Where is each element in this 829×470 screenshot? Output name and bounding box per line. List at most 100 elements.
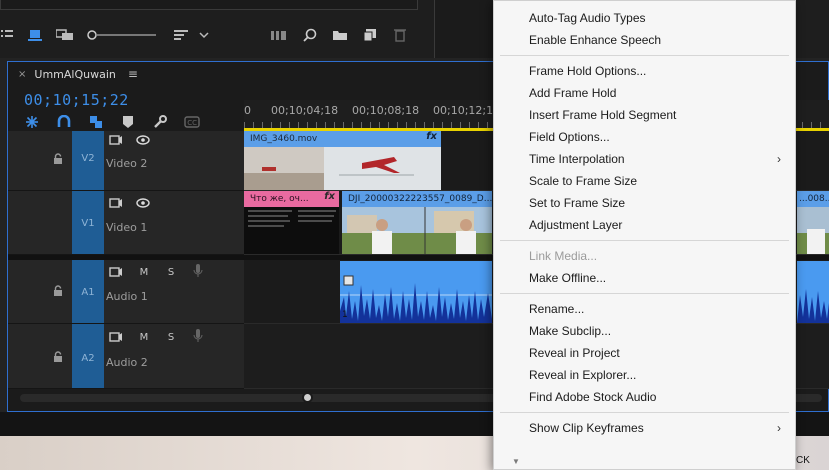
track-id: A2	[81, 353, 95, 364]
solo-button[interactable]: S	[163, 331, 179, 343]
clip-v1-title[interactable]: Что же, оч... fx	[244, 191, 339, 254]
menu-item-show-clip-keyframes[interactable]: Show Clip Keyframes ›	[494, 417, 795, 439]
menu-item-field-options[interactable]: Field Options...	[494, 126, 795, 148]
menu-item-set-to-frame-size[interactable]: Set to Frame Size	[494, 192, 795, 214]
menu-item-label: Auto-Tag Audio Types	[529, 11, 646, 25]
menu-separator	[500, 412, 789, 413]
menu-item-label: Enable Enhance Speech	[529, 33, 662, 47]
lock-icon[interactable]	[52, 351, 64, 363]
menu-item-scale-to-frame-size[interactable]: Scale to Frame Size	[494, 170, 795, 192]
menu-item-reveal-in-explorer[interactable]: Reveal in Explorer...	[494, 364, 795, 386]
submenu-arrow-icon: ›	[777, 152, 781, 166]
list-view-icon[interactable]	[0, 26, 14, 44]
context-menu: Auto-Tag Audio Types Enable Enhance Spee…	[493, 0, 796, 470]
menu-item-make-subclip[interactable]: Make Subclip...	[494, 320, 795, 342]
mute-button[interactable]: M	[136, 266, 152, 278]
mute-button[interactable]: M	[136, 331, 152, 343]
menu-item-label: Make Subclip...	[529, 324, 612, 338]
menu-item-label: Find Adobe Stock Audio	[529, 390, 657, 404]
menu-item-label: Link Media...	[529, 249, 598, 263]
panel-menu-icon[interactable]: ≡	[128, 67, 138, 81]
scrollbar-handle[interactable]	[302, 392, 313, 403]
menu-item-add-frame-hold[interactable]: Add Frame Hold	[494, 82, 795, 104]
menu-item-reveal-in-project[interactable]: Reveal in Project	[494, 342, 795, 364]
lock-icon[interactable]	[52, 285, 64, 297]
taskbar-text: CK	[796, 455, 810, 466]
menu-item-enable-enhance-speech[interactable]: Enable Enhance Speech	[494, 29, 795, 51]
ruler-label: 00;10;04;18	[271, 104, 339, 117]
sync-lock-icon[interactable]	[108, 331, 124, 343]
snap-magnet-icon[interactable]	[56, 114, 72, 130]
microphone-icon[interactable]	[190, 329, 206, 342]
sort-icon[interactable]	[173, 26, 189, 44]
icon-view-icon[interactable]	[27, 26, 43, 44]
menu-item-frame-hold-options[interactable]: Frame Hold Options...	[494, 60, 795, 82]
automate-to-sequence-icon[interactable]	[270, 26, 288, 44]
menu-item-label: Frame Hold Options...	[529, 64, 647, 78]
clip-v1-main[interactable]: DJI_20000322223557_0089_D...	[342, 191, 492, 254]
new-item-icon[interactable]	[362, 26, 378, 44]
scroll-down-arrow-icon[interactable]: ▼	[512, 457, 524, 467]
close-tab-icon[interactable]: ×	[18, 69, 26, 80]
microphone-icon[interactable]	[190, 264, 206, 277]
snap-nest-icon[interactable]	[24, 114, 40, 130]
timeline-tools: CC	[24, 114, 200, 130]
menu-item-label: Add Frame Hold	[529, 86, 617, 100]
menu-item-label: Rename...	[529, 302, 585, 316]
track-name: Audio 1	[106, 290, 148, 303]
playhead-timecode[interactable]: 00;10;15;22	[24, 91, 129, 109]
clip-v2[interactable]: IMG_3460.mov fx	[244, 131, 441, 190]
eye-icon[interactable]	[135, 197, 151, 209]
solo-button[interactable]: S	[163, 266, 179, 278]
track-target-a1[interactable]: A1	[72, 260, 104, 323]
track-target-a2[interactable]: A2	[72, 324, 104, 388]
clip-a1-main[interactable]: 1	[340, 261, 492, 323]
track-target-v2[interactable]: V2	[72, 131, 104, 190]
clip-thumbnails	[797, 229, 829, 254]
clip-thumbnails	[248, 210, 336, 227]
track-name: Video 2	[106, 157, 148, 170]
clip-v1-right[interactable]: ...008...	[797, 191, 829, 254]
track-id: V1	[81, 218, 95, 229]
freeform-view-icon[interactable]	[55, 26, 75, 44]
chevron-down-icon[interactable]	[198, 26, 210, 44]
ruler-label: 00;10;12;18	[433, 104, 501, 117]
new-bin-icon[interactable]	[331, 26, 349, 44]
menu-item-label: Field Options...	[529, 130, 610, 144]
lock-icon[interactable]	[52, 153, 64, 165]
menu-separator	[500, 293, 789, 294]
track-id: A1	[81, 287, 95, 298]
fx-badge[interactable]: fx	[324, 191, 335, 202]
track-target-v1[interactable]: V1	[72, 191, 104, 254]
add-marker-icon[interactable]	[120, 114, 136, 130]
menu-item-find-adobe-stock-audio[interactable]: Find Adobe Stock Audio	[494, 386, 795, 408]
clear-trash-icon[interactable]	[392, 26, 408, 44]
svg-text:CC: CC	[187, 119, 197, 127]
sync-lock-icon[interactable]	[108, 266, 124, 278]
sync-lock-icon[interactable]	[108, 197, 124, 209]
captions-icon[interactable]: CC	[184, 114, 200, 130]
submenu-arrow-icon: ›	[777, 421, 781, 435]
linked-selection-icon[interactable]	[88, 114, 104, 130]
track-name: Audio 2	[106, 356, 148, 369]
menu-item-label: Reveal in Explorer...	[529, 368, 637, 382]
clip-a1-right[interactable]	[797, 261, 829, 323]
menu-item-insert-frame-hold-segment[interactable]: Insert Frame Hold Segment	[494, 104, 795, 126]
sync-lock-icon[interactable]	[108, 134, 124, 146]
menu-item-auto-tag-audio-types[interactable]: Auto-Tag Audio Types	[494, 7, 795, 29]
menu-item-make-offline[interactable]: Make Offline...	[494, 267, 795, 289]
sequence-tab[interactable]: × UmmAlQuwain ≡	[18, 66, 138, 82]
menu-item-label: Make Offline...	[529, 271, 607, 285]
menu-item-label: Adjustment Layer	[529, 218, 623, 232]
track-id: V2	[81, 153, 95, 164]
clip-number: 1	[342, 310, 348, 320]
menu-item-time-interpolation[interactable]: Time Interpolation ›	[494, 148, 795, 170]
menu-item-label: Show Clip Keyframes	[529, 421, 644, 435]
menu-item-rename[interactable]: Rename...	[494, 298, 795, 320]
wrench-settings-icon[interactable]	[152, 114, 168, 130]
search-icon[interactable]	[302, 26, 318, 44]
eye-icon[interactable]	[135, 134, 151, 146]
menu-item-adjustment-layer[interactable]: Adjustment Layer	[494, 214, 795, 236]
fx-badge[interactable]: fx	[426, 131, 437, 142]
zoom-slider[interactable]	[86, 26, 158, 44]
